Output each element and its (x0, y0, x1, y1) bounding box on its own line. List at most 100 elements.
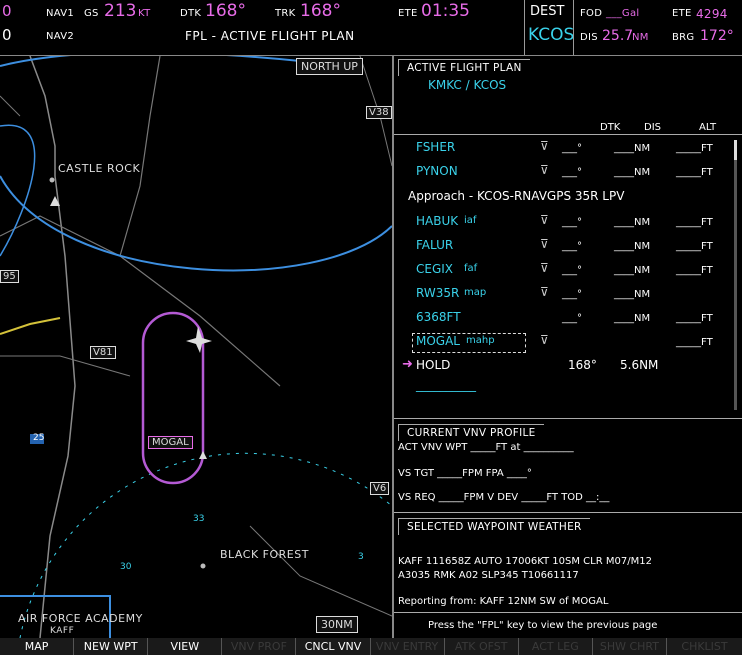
vnv-act-wpt: ACT VNV WPT _____FT at __________ (398, 442, 574, 453)
metar-line-2: A3035 RMK A02 SLP345 T10661117 (398, 570, 579, 581)
softkey-chklist[interactable]: CHKLIST (667, 638, 742, 655)
waypoint-name: FSHER (416, 140, 456, 154)
metar-line-1: KAFF 111658Z AUTO 17006KT 10SM CLR M07/M… (398, 556, 652, 567)
highway-label-95: 95 (0, 270, 19, 283)
scrollbar-thumb[interactable] (734, 140, 737, 160)
softkey-map[interactable]: MAP (0, 638, 75, 655)
ete-label: ETE (398, 8, 418, 19)
waypoint-dtk: ___° (562, 167, 582, 178)
map-orientation[interactable]: NORTH UP (296, 58, 363, 75)
airway-label-v81: V81 (90, 346, 116, 359)
waypoint-dis: ____NM (614, 313, 651, 324)
airway-label-v38: V38 (366, 106, 392, 119)
softkey-act-leg[interactable]: ACT LEG (519, 638, 593, 655)
waypoint-name: HABUK (416, 214, 459, 228)
airport-label-kaff: KAFF (50, 626, 75, 636)
waypoint-alt[interactable]: _____FT (676, 241, 713, 252)
ete-value: 01:35 (421, 1, 470, 21)
fpl-row-cegix[interactable]: CEGIX faf ⊽ ___° ____NM _____FT (394, 260, 734, 282)
fpl-scrollbar[interactable] (734, 140, 737, 410)
empty-waypoint-slot[interactable]: __________ (416, 378, 476, 392)
fpl-row-falur[interactable]: FALUR ⊽ ___° ____NM _____FT (394, 236, 734, 258)
fpl-row-fsher[interactable]: FSHER ⊽ ___° ____NM _____FT (394, 138, 734, 160)
waypoint-name: MOGAL (416, 334, 460, 348)
dest-label: DEST (530, 4, 565, 19)
waypoint-label-mogal[interactable]: MOGAL (148, 436, 193, 449)
nav1-frequency: 0 (2, 2, 12, 20)
waypoint-dtk: ___° (562, 241, 582, 252)
softkey-shw-chrt[interactable]: SHW CHRT (593, 638, 667, 655)
map-graphics (0, 56, 392, 638)
softkey-cncl-vnv[interactable]: CNCL VNV (296, 638, 371, 655)
waypoint-alt[interactable]: _____FT (676, 217, 713, 228)
ete2-label: ETE (672, 8, 692, 19)
gs-label: GS (84, 8, 99, 19)
ete2-value: 4294 (696, 7, 728, 21)
nav2-frequency: 0 (2, 26, 12, 44)
fpl-row-rw35r[interactable]: RW35R map ⊽ ___° ____NM (394, 284, 734, 306)
waypoint-alt[interactable]: _____FT (676, 337, 713, 348)
divider (394, 612, 742, 613)
leg-indicator-icon: ⊽ (540, 163, 549, 177)
waypoint-name: CEGIX (416, 262, 454, 276)
brg-label: BRG (672, 32, 695, 43)
page-title: FPL - ACTIVE FLIGHT PLAN (185, 29, 355, 43)
softkey-bar: MAP NEW WPT VIEW VNV PROF CNCL VNV VNV E… (0, 638, 742, 655)
range-ring-label: 33 (193, 514, 205, 524)
navigation-map[interactable]: NORTH UP V38 V81 V6 95 25 CASTLE ROCK BL… (0, 56, 392, 638)
dtk-value: 168° (205, 1, 246, 21)
waypoint-dis: ____NM (614, 143, 651, 154)
fpl-row-pynon[interactable]: PYNON ⊽ ___° ____NM _____FT (394, 162, 734, 184)
fpl-row-habuk[interactable]: HABUK iaf ⊽ ___° ____NM _____FT (394, 212, 734, 234)
column-header-alt: ALT (699, 122, 717, 133)
divider (394, 418, 742, 419)
active-leg-arrow-icon: ➜ (402, 357, 413, 372)
nav2-label: NAV2 (46, 31, 75, 42)
weather-reporting-source: Reporting from: KAFF 12NM SW of MOGAL (398, 596, 609, 607)
leg-indicator-icon: ⊽ (540, 213, 549, 227)
column-header-dtk: DTK (600, 122, 621, 133)
leg-indicator-icon: ⊽ (540, 285, 549, 299)
dis-unit: NM (632, 32, 649, 43)
softkey-vnv-prof[interactable]: VNV PROF (222, 638, 297, 655)
leg-indicator-icon: ⊽ (540, 237, 549, 251)
approach-label[interactable]: Approach - KCOS-RNAVGPS 35R LPV (408, 189, 624, 203)
divider (524, 0, 525, 56)
divider (394, 134, 742, 135)
waypoint-tag: iaf (464, 215, 477, 226)
dtk-label: DTK (180, 8, 202, 19)
waypoint-alt[interactable]: _____FT (676, 313, 713, 324)
trk-value: 168° (300, 1, 341, 21)
dis-label: DIS (580, 32, 598, 43)
fpl-row-6368ft[interactable]: 6368FT ___° ____NM _____FT (394, 308, 734, 330)
map-range[interactable]: 30NM (316, 616, 358, 633)
softkey-atk-ofst[interactable]: ATK OFST (445, 638, 519, 655)
waypoint-tag: mahp (466, 335, 495, 346)
waypoint-alt[interactable]: _____FT (676, 167, 713, 178)
airport-label-air-force-academy: AIR FORCE ACADEMY (18, 612, 143, 625)
nav1-label: NAV1 (46, 8, 75, 19)
range-ring-label: 3 (358, 552, 364, 562)
leg-indicator-icon: ⊽ (540, 139, 549, 153)
flight-plan-panel: ACTIVE FLIGHT PLAN KMKC / KCOS DTK DIS A… (392, 56, 742, 638)
gs-value: 213 (104, 1, 137, 21)
divider (394, 512, 742, 513)
vnv-vs-required: VS REQ _____FPM V DEV _____FT TOD __:__ (398, 492, 610, 503)
softkey-vnv-entry[interactable]: VNV ENTRY (371, 638, 445, 655)
airway-label-v6: V6 (370, 482, 390, 495)
softkey-view[interactable]: VIEW (148, 638, 223, 655)
fpl-row-mogal[interactable]: MOGAL mahp ⊽ _____FT (394, 332, 734, 354)
waypoint-alt[interactable]: _____FT (676, 265, 713, 276)
waypoint-dis: ____NM (614, 241, 651, 252)
fpl-route[interactable]: KMKC / KCOS (428, 78, 506, 92)
waypoint-dtk: ___° (562, 289, 582, 300)
fpl-row-hold[interactable]: ➜ HOLD 168° 5.6NM (394, 356, 734, 378)
divider (573, 0, 574, 56)
waypoint-alt[interactable]: _____FT (676, 143, 713, 154)
fod-label: FOD (580, 8, 603, 19)
softkey-new-wpt[interactable]: NEW WPT (74, 638, 149, 655)
waypoint-tag: map (464, 287, 487, 298)
vnv-vs-target: VS TGT _____FPM FPA ____° (398, 468, 532, 479)
waypoint-dtk: ___° (562, 313, 582, 324)
waypoint-dis: ____NM (614, 289, 651, 300)
